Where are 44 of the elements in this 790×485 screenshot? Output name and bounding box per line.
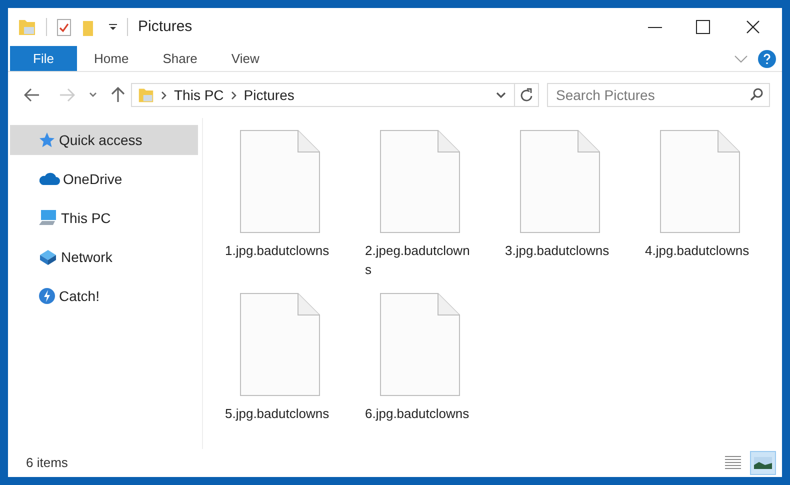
file-name[interactable]: 2.jpeg.badutclowns [365,241,470,279]
window-title: Pictures [138,16,192,37]
ribbon-tab[interactable]: Home [77,46,146,71]
computer-icon [38,209,58,227]
sidebar-item[interactable]: Quick access [10,125,198,155]
file-tab[interactable]: File [10,46,77,71]
star-icon [38,131,56,149]
chevron-right-icon[interactable] [161,90,167,100]
ribbon-tab[interactable]: Share [146,46,214,71]
file-name[interactable]: 5.jpg.badutclowns [225,404,330,423]
sidebar-item[interactable]: Catch! [10,281,198,311]
sidebar-item[interactable]: Network [10,242,198,272]
chevron-down-icon[interactable] [89,92,97,98]
ribbon-tab[interactable]: View [214,46,276,71]
search-icon[interactable] [750,88,763,101]
lightning-icon [38,287,56,305]
sidebar-item[interactable]: This PC [10,203,198,233]
file-name[interactable]: 6.jpg.badutclowns [365,404,470,423]
close-icon[interactable] [746,20,760,34]
folder-icon [18,18,36,36]
properties-icon[interactable] [57,18,71,36]
folder-icon [138,87,154,103]
sidebar-item[interactable]: OneDrive [10,164,198,194]
refresh-icon[interactable] [520,88,533,102]
file-name[interactable]: 4.jpg.badutclowns [645,241,750,260]
up-arrow-icon[interactable] [111,87,125,103]
dropdown-icon[interactable] [109,23,117,31]
search-field[interactable]: Search Pictures [547,83,770,107]
file-name[interactable]: 3.jpg.badutclowns [505,241,610,260]
breadcrumb[interactable]: Pictures [244,84,294,106]
back-arrow-icon[interactable] [24,88,40,102]
picture-view-icon [754,457,772,469]
maximize-icon[interactable] [696,20,710,34]
chevron-right-icon[interactable] [230,90,237,100]
breadcrumb[interactable]: This PC [174,84,224,106]
item-count: 6 items [26,454,68,472]
file-name[interactable]: 1.jpg.badutclowns [225,241,330,260]
address-bar[interactable]: This PC Pictures [131,83,515,107]
details-view-icon [725,456,741,470]
cloud-icon [38,171,60,187]
view-button[interactable] [750,451,776,475]
help-icon[interactable] [758,50,776,68]
network-icon [38,248,58,266]
chevron-down-icon[interactable] [496,92,506,98]
